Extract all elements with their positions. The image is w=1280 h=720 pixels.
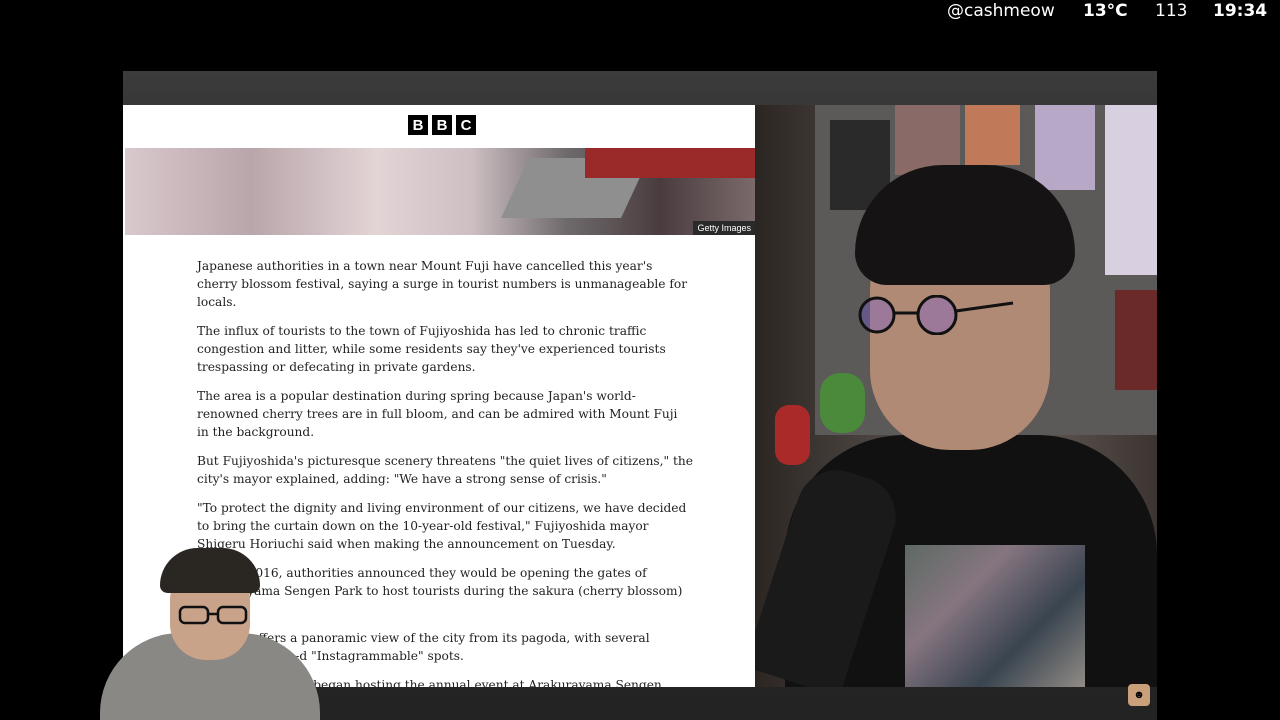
- article-paragraph: "To protect the dignity and living envir…: [197, 501, 687, 551]
- image-credit: Getty Images: [693, 221, 755, 235]
- logo-letter: C: [456, 115, 476, 135]
- channel-handle: @cashmeow: [947, 1, 1055, 21]
- temperature-readout: 13°C: [1083, 1, 1128, 21]
- glasses-icon: [858, 295, 1014, 335]
- viewer-count: 113: [1155, 1, 1188, 21]
- article-paragraph: Japanese authorities in a town near Moun…: [197, 259, 688, 309]
- wall-poster: [1035, 105, 1095, 190]
- logo-letter: B: [408, 115, 428, 135]
- pagoda-red-shape: [585, 148, 755, 178]
- wall-poster: [1105, 105, 1157, 275]
- figurine: [775, 405, 810, 465]
- guest-glasses-icon: [178, 605, 248, 625]
- stream-status-bar: @cashmeow 13°C 113 19:34: [0, 0, 1280, 24]
- bbc-logo[interactable]: B B C: [408, 115, 476, 135]
- logo-letter: B: [432, 115, 452, 135]
- hero-image: Getty Images: [125, 148, 755, 235]
- article-paragraph: The area is a popular destination during…: [197, 389, 678, 439]
- streamer-webcam: [755, 105, 1157, 687]
- guest-webcam-overlay: [100, 548, 320, 720]
- wall-poster: [965, 105, 1020, 165]
- figurine: [820, 373, 865, 433]
- guest-hair: [160, 548, 260, 593]
- clock: 19:34: [1213, 1, 1268, 21]
- chat-emote-icon: ☻: [1128, 684, 1150, 706]
- article-paragraph: But Fujiyoshida's picturesque scenery th…: [197, 454, 693, 486]
- article-paragraph: The influx of tourists to the town of Fu…: [197, 324, 666, 374]
- shirt-graphic: [905, 545, 1085, 687]
- wall-poster: [1115, 290, 1157, 390]
